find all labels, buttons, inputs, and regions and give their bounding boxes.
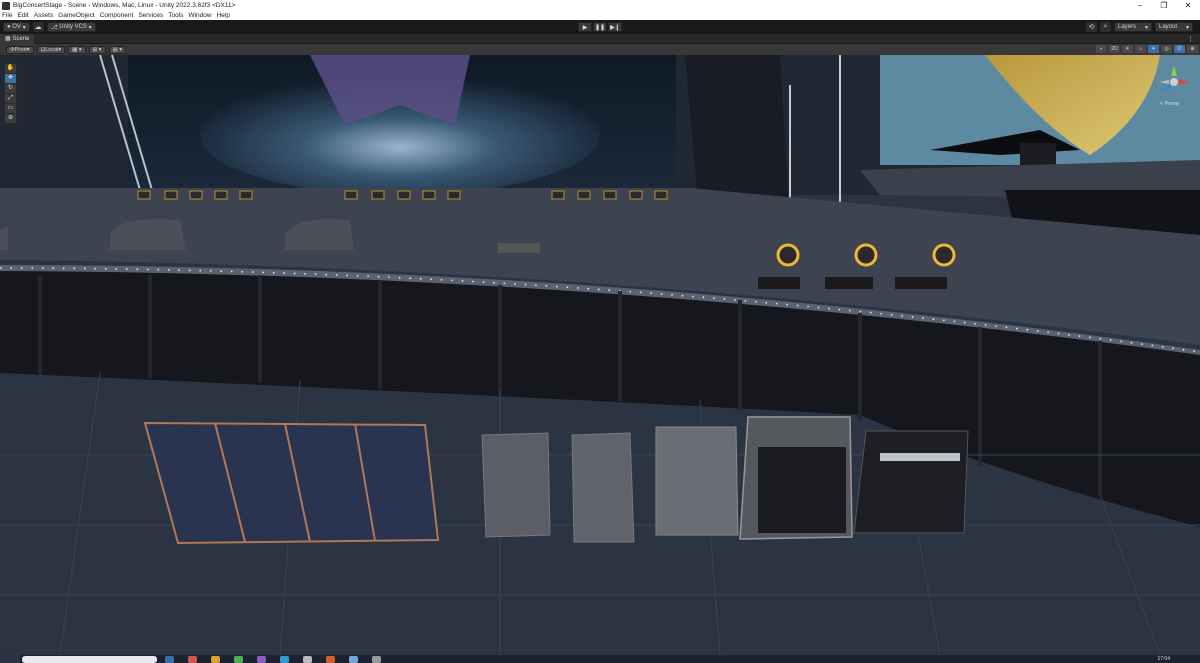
local-label: Local: [45, 46, 59, 53]
di-box: [498, 243, 540, 253]
camera-icon[interactable]: ⎚: [1174, 45, 1185, 53]
layers-label: Layers: [1118, 24, 1137, 30]
menu-component[interactable]: Component: [100, 12, 134, 19]
cloud-icon[interactable]: ☁: [32, 22, 44, 32]
scene-tab-bar: ▦ Scene ⋮: [0, 33, 1200, 44]
view-icon: ▤ ▾: [112, 46, 123, 53]
mesh-fence-panels: [143, 421, 440, 545]
scene-tools-panel: ✋ ✥ ↻ ⤢ ▭ ⊛: [4, 63, 17, 125]
play-icon[interactable]: ▶: [578, 22, 592, 32]
tab-scene[interactable]: ▦ Scene: [0, 33, 35, 44]
taskbar-clock[interactable]: 17:04: [1157, 656, 1170, 662]
orientation-gizmo[interactable]: < Persp: [1156, 64, 1192, 108]
local-dropdown[interactable]: ⊡ Local ▾: [36, 45, 66, 54]
chevron-down-icon: ▾: [26, 46, 30, 53]
scale-tool-icon[interactable]: ⤢: [5, 94, 16, 103]
app-icon[interactable]: [165, 655, 174, 663]
hidden-objects-icon[interactable]: ◎: [1161, 45, 1172, 53]
minimize-icon[interactable]: –: [1128, 0, 1152, 11]
window-title: BigConcertStage - Scene - Windows, Mac, …: [13, 2, 236, 9]
increment-snap-dropdown[interactable]: ⊞ ▾: [88, 45, 106, 54]
branch-icon: ⎇: [50, 24, 60, 31]
menu-services[interactable]: Services: [138, 12, 163, 19]
chevron-down-icon: ▾: [86, 24, 92, 31]
menu-assets[interactable]: Assets: [34, 12, 54, 19]
pivot-dropdown[interactable]: ✣ Pivot ▾: [6, 45, 34, 54]
app-icon[interactable]: [188, 655, 197, 663]
draw-mode-icon[interactable]: ◐: [1096, 45, 1107, 53]
axis-gizmo-icon: [1159, 66, 1189, 90]
rear-lights: [137, 190, 668, 200]
gizmos-icon[interactable]: ⊕: [1187, 45, 1198, 53]
taskbar-search-box[interactable]: [22, 655, 157, 663]
mode-2d-toggle[interactable]: 2D: [1109, 45, 1120, 53]
app-icon[interactable]: [280, 655, 289, 663]
rect-tool-icon[interactable]: ▭: [5, 104, 16, 113]
grid-icon: ▦ ▾: [72, 46, 82, 53]
account-label: OV: [12, 24, 21, 30]
menu-file[interactable]: File: [2, 12, 12, 19]
menu-edit[interactable]: Edit: [17, 12, 28, 19]
chevron-down-icon: ▾: [58, 46, 62, 53]
chevron-down-icon: ▾: [20, 24, 26, 31]
audio-icon[interactable]: ♪: [1135, 45, 1146, 53]
effects-icon[interactable]: ✦: [1148, 45, 1159, 53]
menu-window[interactable]: Window: [188, 12, 211, 19]
app-icon[interactable]: [372, 655, 381, 663]
lighting-icon[interactable]: ☀: [1122, 45, 1133, 53]
app-icon[interactable]: [234, 655, 243, 663]
search-icon[interactable]: ⌕: [1100, 22, 1111, 32]
window-titlebar: BigConcertStage - Scene - Windows, Mac, …: [0, 0, 1200, 11]
app-icon[interactable]: [257, 655, 266, 663]
vcs-button[interactable]: ⎇ Unity VCS ▾: [46, 22, 96, 32]
scene-tab-label: Scene: [12, 35, 30, 42]
layout-label: Layout: [1159, 24, 1178, 30]
move-tool-icon[interactable]: ✥: [5, 74, 16, 83]
menu-help[interactable]: Help: [217, 12, 230, 19]
menu-bar: File Edit Assets GameObject Component Se…: [0, 11, 1200, 20]
maximize-icon[interactable]: ❐: [1152, 0, 1176, 11]
scene-tab-icon: ▦: [5, 36, 13, 42]
scene-viewport[interactable]: [0, 55, 1200, 655]
app-icon[interactable]: [211, 655, 220, 663]
layout-dropdown[interactable]: Layout ▾: [1155, 22, 1193, 32]
history-icon[interactable]: ⟲: [1086, 22, 1097, 32]
chevron-down-icon: ▾: [1144, 24, 1148, 31]
app-icon[interactable]: [326, 655, 335, 663]
pivot-label: Pivot: [14, 46, 27, 53]
scene-render: [0, 55, 1200, 655]
unity-logo-icon: [2, 1, 10, 10]
app-icon[interactable]: [303, 655, 312, 663]
layers-dropdown[interactable]: Layers ▾: [1114, 22, 1152, 32]
account-button[interactable]: ● OV ▾: [3, 22, 30, 32]
rotate-tool-icon[interactable]: ↻: [5, 84, 16, 93]
start-button[interactable]: [0, 655, 20, 663]
more-options-icon[interactable]: ⋮: [1187, 35, 1194, 43]
scene-options-bar: ✣ Pivot ▾ ⊡ Local ▾ ▦ ▾ ⊞ ▾ ▤ ▾ ◐ 2D ☀ ♪…: [0, 44, 1200, 55]
view-options-dropdown[interactable]: ▤ ▾: [108, 45, 127, 54]
menu-tools[interactable]: Tools: [168, 12, 183, 19]
app-icon[interactable]: [349, 655, 358, 663]
chevron-down-icon: ▾: [1185, 24, 1189, 31]
pause-icon[interactable]: ❚❚: [593, 22, 607, 32]
step-icon[interactable]: ▶❙: [608, 22, 622, 32]
close-icon[interactable]: ✕: [1176, 0, 1200, 11]
main-toolbar: ● OV ▾ ☁ ⎇ Unity VCS ▾ ▶ ❚❚ ▶❙ ⟲ ⌕ Layer…: [0, 20, 1200, 34]
menu-gameobject[interactable]: GameObject: [58, 12, 95, 19]
play-controls: ▶ ❚❚ ▶❙: [578, 22, 623, 32]
speaker-cabinets: [481, 416, 969, 543]
grid-snap-dropdown[interactable]: ▦ ▾: [68, 45, 86, 54]
vcs-label: Unity VCS: [59, 24, 87, 30]
snap-icon: ⊞ ▾: [92, 46, 102, 53]
transform-tool-icon[interactable]: ⊛: [5, 114, 16, 123]
os-taskbar: 17:04: [0, 655, 1200, 663]
hand-tool-icon[interactable]: ✋: [5, 64, 16, 73]
persp-label[interactable]: < Persp: [1160, 101, 1179, 107]
